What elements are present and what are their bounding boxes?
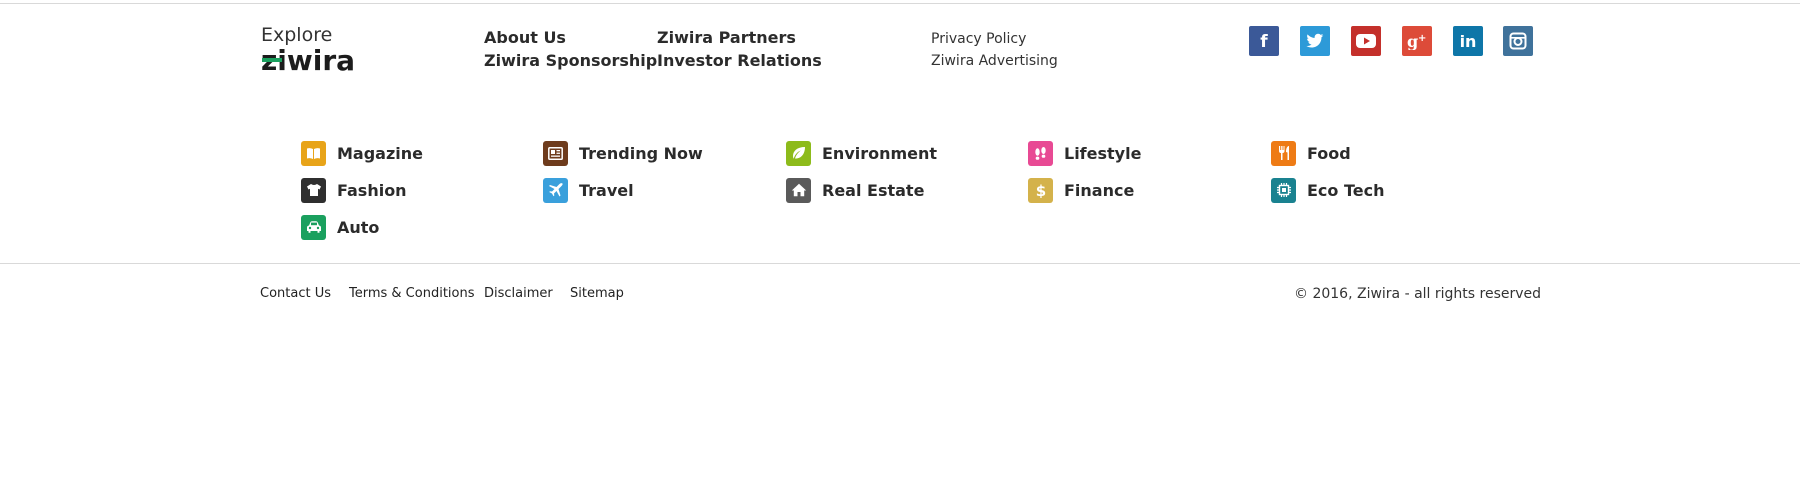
footer-divider bbox=[0, 263, 1800, 264]
partners-link[interactable]: Ziwira Partners bbox=[657, 28, 796, 48]
disclaimer-link[interactable]: Disclaimer bbox=[484, 286, 553, 302]
category-label: Finance bbox=[1064, 180, 1135, 200]
svg-text:g: g bbox=[1407, 32, 1418, 50]
footprints-icon bbox=[1028, 140, 1053, 166]
contact-us-link[interactable]: Contact Us bbox=[260, 286, 331, 302]
category-label: Real Estate bbox=[822, 180, 925, 200]
chip-icon bbox=[1271, 177, 1296, 203]
book-icon bbox=[301, 140, 326, 166]
about-us-link[interactable]: About Us bbox=[484, 28, 566, 48]
category-label: Travel bbox=[579, 180, 634, 200]
category-travel[interactable]: Travel bbox=[543, 177, 634, 203]
dollar-icon: $ bbox=[1028, 177, 1053, 203]
shirt-icon bbox=[301, 177, 326, 203]
leaf-icon bbox=[786, 140, 811, 166]
newspaper-icon bbox=[543, 140, 568, 166]
youtube-icon[interactable] bbox=[1351, 26, 1381, 56]
sitemap-link[interactable]: Sitemap bbox=[570, 286, 624, 302]
svg-text:+: + bbox=[1418, 33, 1426, 44]
top-divider bbox=[0, 3, 1800, 4]
car-icon bbox=[301, 214, 326, 240]
category-label: Lifestyle bbox=[1064, 143, 1142, 163]
explore-block: Explore ziwira bbox=[261, 24, 385, 74]
instagram-icon[interactable] bbox=[1503, 26, 1533, 56]
category-label: Food bbox=[1307, 143, 1351, 163]
copyright-text: © 2016, Ziwira - all rights reserved bbox=[1294, 286, 1542, 302]
category-finance[interactable]: $ Finance bbox=[1028, 177, 1134, 203]
cutlery-icon bbox=[1271, 140, 1296, 166]
google-plus-icon[interactable]: g + bbox=[1402, 26, 1432, 56]
category-environment[interactable]: Environment bbox=[786, 140, 937, 166]
category-label: Magazine bbox=[337, 143, 424, 163]
category-food[interactable]: Food bbox=[1271, 140, 1351, 166]
category-eco-tech[interactable]: Eco Tech bbox=[1271, 177, 1385, 203]
house-icon bbox=[786, 177, 811, 203]
category-lifestyle[interactable]: Lifestyle bbox=[1028, 140, 1141, 166]
svg-text:f: f bbox=[1260, 32, 1268, 50]
investor-relations-link[interactable]: Investor Relations bbox=[657, 51, 822, 71]
facebook-icon[interactable]: f bbox=[1249, 26, 1279, 56]
airplane-icon bbox=[543, 177, 568, 203]
ziwira-logo[interactable]: ziwira bbox=[261, 48, 385, 74]
category-auto[interactable]: Auto bbox=[301, 214, 379, 240]
privacy-policy-link[interactable]: Privacy Policy bbox=[931, 30, 1026, 48]
category-magazine[interactable]: Magazine bbox=[301, 140, 423, 166]
category-fashion[interactable]: Fashion bbox=[301, 177, 407, 203]
advertising-link[interactable]: Ziwira Advertising bbox=[931, 52, 1058, 70]
svg-text:$: $ bbox=[1035, 182, 1045, 198]
category-label: Environment bbox=[822, 143, 938, 163]
svg-text:in: in bbox=[1460, 32, 1477, 50]
twitter-icon[interactable] bbox=[1300, 26, 1330, 56]
category-label: Fashion bbox=[337, 180, 407, 200]
category-real-estate[interactable]: Real Estate bbox=[786, 177, 924, 203]
category-trending-now[interactable]: Trending Now bbox=[543, 140, 703, 166]
linkedin-icon[interactable]: in bbox=[1453, 26, 1483, 56]
sponsorship-link[interactable]: Ziwira Sponsorship bbox=[484, 51, 657, 71]
category-label: Eco Tech bbox=[1307, 180, 1385, 200]
explore-label: Explore bbox=[261, 24, 333, 46]
category-label: Trending Now bbox=[579, 143, 703, 163]
terms-link[interactable]: Terms & Conditions bbox=[349, 286, 475, 302]
category-label: Auto bbox=[337, 217, 380, 237]
